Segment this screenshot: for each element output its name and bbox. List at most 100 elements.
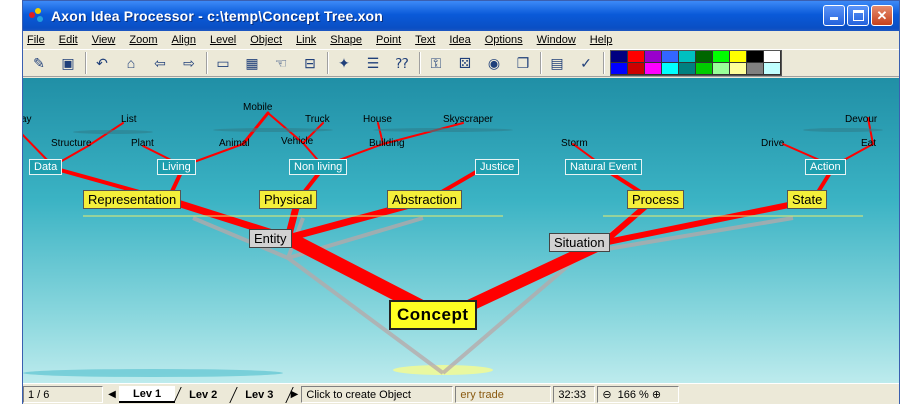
menu-object[interactable]: Object xyxy=(250,34,282,46)
undo-icon: ↶ xyxy=(96,54,108,71)
key-button[interactable]: ⚿ xyxy=(424,51,448,75)
menu-align[interactable]: Align xyxy=(171,34,195,46)
back-button[interactable]: ⇦ xyxy=(148,51,172,75)
check-button[interactable]: ✓ xyxy=(574,51,598,75)
node-justice[interactable]: Justice xyxy=(475,159,520,175)
leaf-label[interactable]: Storm xyxy=(561,138,588,149)
color-swatch[interactable] xyxy=(696,51,713,63)
menu-text[interactable]: Text xyxy=(415,34,435,46)
window-button[interactable]: ▭ xyxy=(211,51,235,75)
leaf-label[interactable]: Drive xyxy=(761,138,784,149)
minimize-icon xyxy=(830,17,838,20)
color-swatch[interactable] xyxy=(611,63,628,75)
color-swatch[interactable] xyxy=(730,51,747,63)
menu-options[interactable]: Options xyxy=(485,34,523,46)
menu-window[interactable]: Window xyxy=(537,34,576,46)
color-swatch[interactable] xyxy=(628,63,645,75)
color-swatch[interactable] xyxy=(645,51,662,63)
color-swatch[interactable] xyxy=(713,51,730,63)
node-data[interactable]: Data xyxy=(29,159,63,175)
color-swatch[interactable] xyxy=(713,63,730,75)
menu-idea[interactable]: Idea xyxy=(449,34,470,46)
leaf-label[interactable]: Plant xyxy=(131,138,154,149)
chart-button[interactable]: ▦ xyxy=(240,51,264,75)
level-prev-button[interactable]: ◀ xyxy=(105,386,119,403)
menu-link[interactable]: Link xyxy=(296,34,316,46)
color-swatch[interactable] xyxy=(645,63,662,75)
zoom-in-icon[interactable]: ⊕ xyxy=(652,388,661,401)
leaf-label[interactable]: Structure xyxy=(51,138,92,149)
zoom-indicator[interactable]: ⊖ 166 % ⊕ xyxy=(597,386,680,403)
axon-app-icon[interactable] xyxy=(29,8,45,24)
maximize-button[interactable] xyxy=(847,5,869,26)
color-swatch[interactable] xyxy=(747,51,764,63)
grid-button[interactable]: ▤ xyxy=(545,51,569,75)
color-swatch[interactable] xyxy=(628,51,645,63)
menu-edit[interactable]: Edit xyxy=(59,34,78,46)
menu-point[interactable]: Point xyxy=(376,34,401,46)
leaf-label[interactable]: House xyxy=(363,114,392,125)
color-swatch[interactable] xyxy=(611,51,628,63)
node-living[interactable]: Living xyxy=(157,159,196,175)
tab-lev-3[interactable]: Lev 3 xyxy=(231,386,295,403)
color-swatch[interactable] xyxy=(696,63,713,75)
menu-file[interactable]: File xyxy=(27,34,45,46)
open-button[interactable]: ✎ xyxy=(27,51,51,75)
color-swatch[interactable] xyxy=(764,63,781,75)
color-swatch[interactable] xyxy=(662,51,679,63)
leaf-label[interactable]: Mobile xyxy=(243,102,272,113)
leaf-label[interactable]: Devour xyxy=(845,114,877,125)
dice-button[interactable]: ⚄ xyxy=(453,51,477,75)
leaf-label[interactable]: Skyscraper xyxy=(443,114,493,125)
color-swatch[interactable] xyxy=(747,63,764,75)
copy-button[interactable]: ❐ xyxy=(511,51,535,75)
menu-zoom[interactable]: Zoom xyxy=(129,34,157,46)
node-physical[interactable]: Physical xyxy=(259,190,318,209)
leaf-label[interactable]: Animal xyxy=(219,138,250,149)
tab-lev-2[interactable]: Lev 2 xyxy=(175,386,239,403)
leaf-label[interactable]: ay xyxy=(23,114,32,125)
minimize-button[interactable] xyxy=(823,5,845,26)
node-situation[interactable]: Situation xyxy=(549,233,610,252)
hand-button[interactable]: ☜ xyxy=(269,51,293,75)
node-natural-event[interactable]: Natural Event xyxy=(565,159,642,175)
title-bar[interactable]: Axon Idea Processor - c:\temp\Concept Tr… xyxy=(23,1,899,31)
home-button[interactable]: ⌂ xyxy=(119,51,143,75)
close-button[interactable]: ✕ xyxy=(871,5,893,26)
node-representation[interactable]: Representation xyxy=(83,190,182,209)
concept-canvas[interactable]: ay List Structure Plant Animal Mobile Tr… xyxy=(23,78,899,383)
globe-button[interactable]: ◉ xyxy=(482,51,506,75)
leaf-label[interactable]: Building xyxy=(369,138,405,149)
node-action[interactable]: Action xyxy=(805,159,846,175)
tab-lev-1[interactable]: Lev 1 xyxy=(119,386,182,403)
color-swatch[interactable] xyxy=(679,51,696,63)
node-process[interactable]: Process xyxy=(627,190,684,209)
node-abstraction[interactable]: Abstraction xyxy=(387,190,463,209)
node-state[interactable]: State xyxy=(787,190,828,209)
window-title: Axon Idea Processor - c:\temp\Concept Tr… xyxy=(51,8,384,24)
tool-button[interactable]: ✦ xyxy=(332,51,356,75)
color-swatch[interactable] xyxy=(662,63,679,75)
color-swatch[interactable] xyxy=(764,51,781,63)
save-button[interactable]: ▣ xyxy=(56,51,80,75)
status-hint: Click to create Object xyxy=(301,386,454,403)
list-button[interactable]: ☰ xyxy=(361,51,385,75)
leaf-label[interactable]: List xyxy=(121,114,137,125)
node-concept[interactable]: Concept xyxy=(389,300,477,330)
menu-help[interactable]: Help xyxy=(590,34,613,46)
menu-level[interactable]: Level xyxy=(210,34,236,46)
undo-button[interactable]: ↶ xyxy=(90,51,114,75)
question-button[interactable]: ⁇ xyxy=(390,51,414,75)
color-swatch[interactable] xyxy=(730,63,747,75)
zoom-out-icon[interactable]: ⊖ xyxy=(602,388,611,401)
menu-shape[interactable]: Shape xyxy=(330,34,362,46)
leaf-label[interactable]: Eat xyxy=(861,138,876,149)
node-non-living[interactable]: Non living xyxy=(289,159,348,175)
leaf-label[interactable]: Truck xyxy=(305,114,330,125)
leaf-label[interactable]: Vehicle xyxy=(281,136,313,147)
menu-view[interactable]: View xyxy=(92,34,116,46)
color-swatch[interactable] xyxy=(679,63,696,75)
forward-button[interactable]: ⇨ xyxy=(177,51,201,75)
node-entity[interactable]: Entity xyxy=(249,229,292,248)
link-button[interactable]: ⊟ xyxy=(298,51,322,75)
